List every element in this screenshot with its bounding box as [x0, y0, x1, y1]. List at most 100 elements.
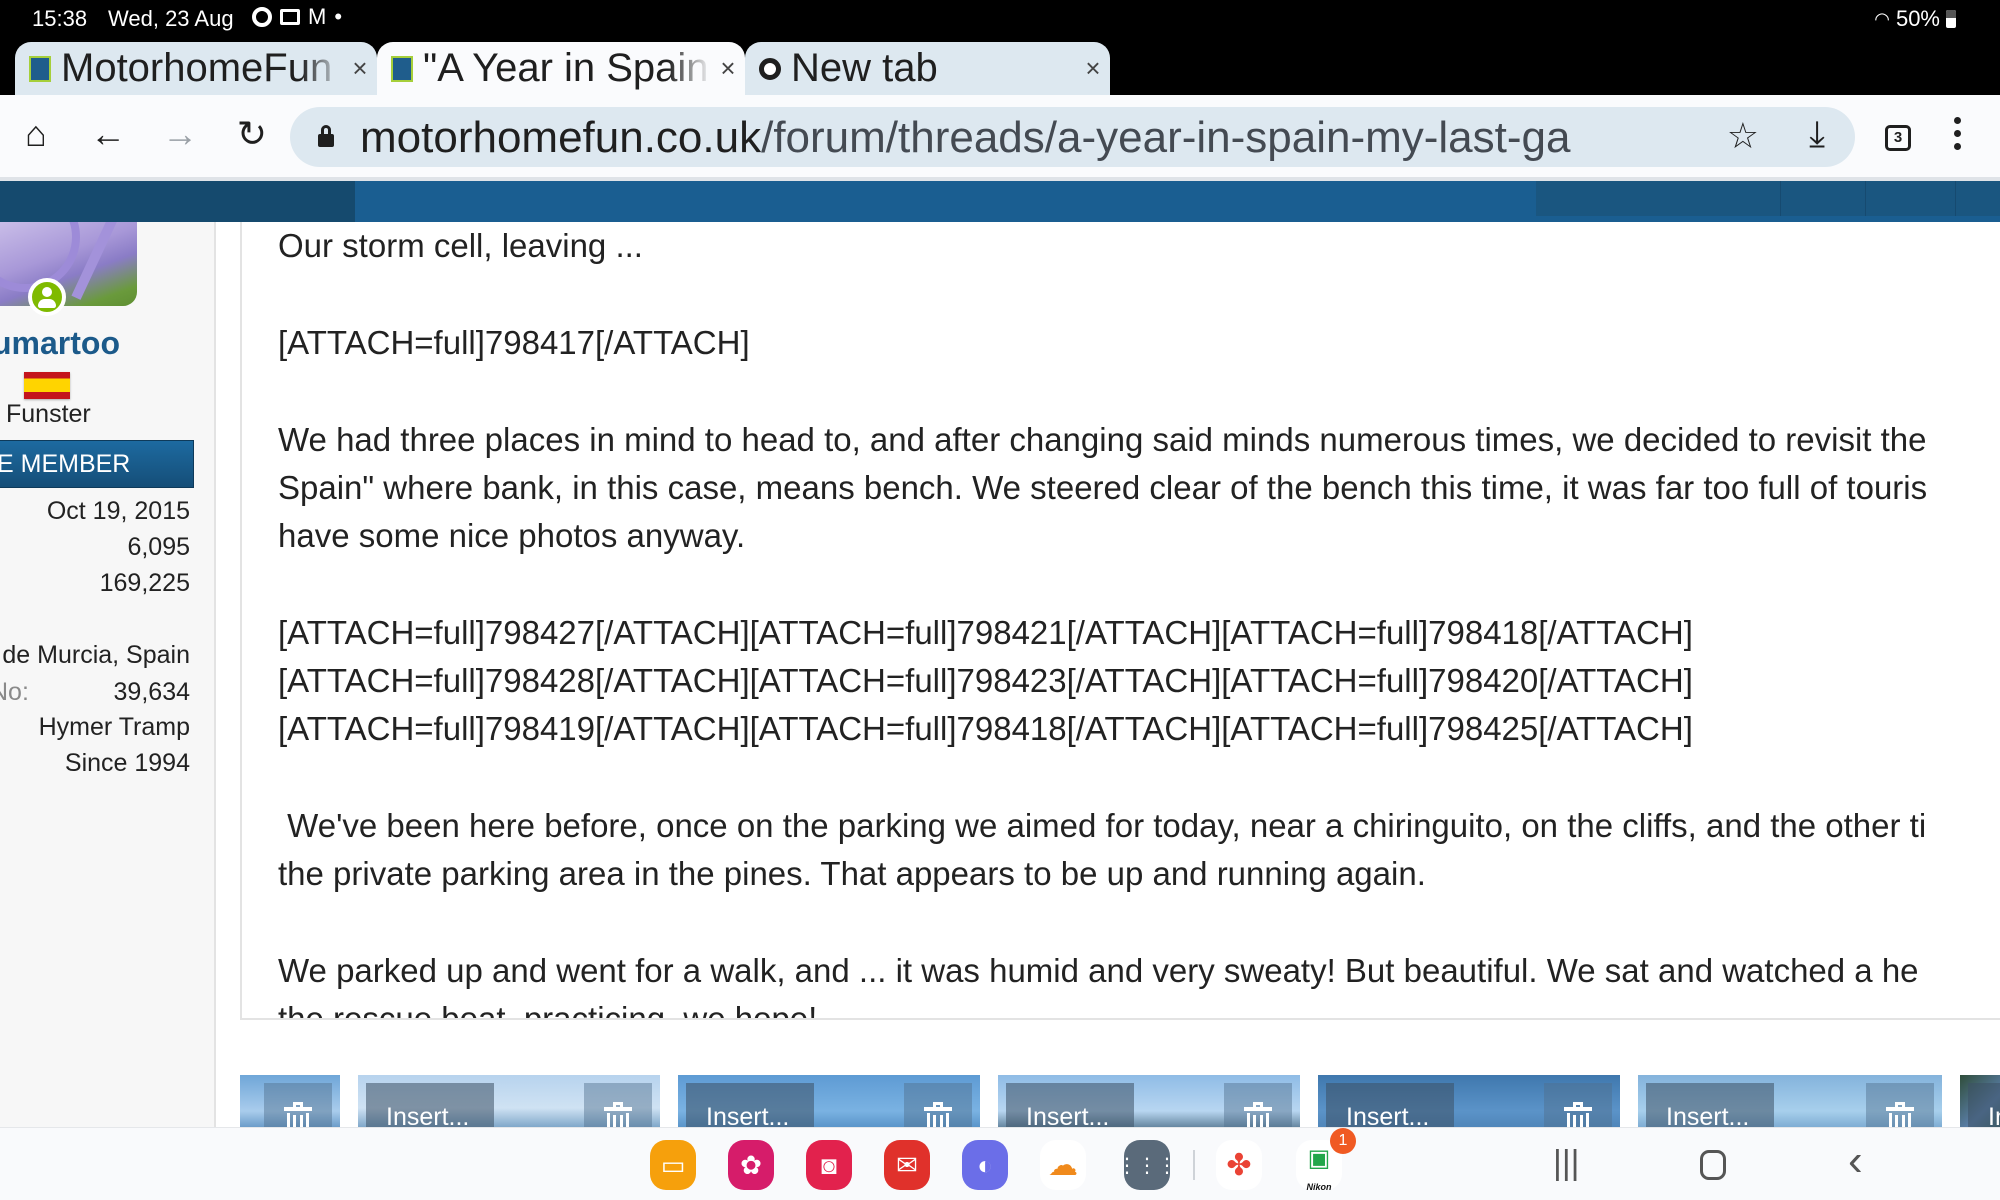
post-editor-textarea[interactable]: Our storm cell, leaving ... [ATTACH=full… [240, 222, 2000, 1020]
planet-icon: ◐ [977, 1149, 993, 1180]
back-button[interactable]: ‹ [1848, 1136, 1863, 1186]
reload-icon[interactable]: ↻ [230, 113, 274, 155]
bookmark-star-icon[interactable]: ☆ [1727, 115, 1759, 157]
attachment-thumb[interactable]: Insert... [1638, 1075, 1942, 1127]
reaction-score: 169,225 [99, 569, 190, 597]
forward-icon[interactable]: → [158, 113, 202, 155]
editor-line: Our storm cell, leaving ... [278, 227, 643, 264]
insert-attachment-button[interactable]: Insert... [1968, 1083, 2000, 1127]
url-path: /forum/threads/a-year-in-spain-my-last-g… [761, 113, 1571, 162]
cloud-icon: ☁ [1048, 1148, 1078, 1182]
my-files-app-icon[interactable]: ▭ [650, 1140, 696, 1190]
transfer-icon [280, 9, 300, 25]
editor-line: [ATTACH=full]798427[/ATTACH][ATTACH=full… [278, 614, 1693, 651]
address-bar[interactable]: motorhomefun.co.uk/forum/threads/a-year-… [290, 107, 1855, 167]
envelope-icon: ✉ [896, 1149, 918, 1180]
editor-line: have some nice photos anyway. [278, 517, 746, 554]
tab-new-tab[interactable]: New tab × [745, 42, 1110, 95]
insert-attachment-button[interactable]: Insert... [1326, 1083, 1454, 1127]
chrome-icon [759, 57, 781, 80]
editor-line: Spain" where bank, in this case, means b… [278, 469, 1928, 506]
motorhomefun-favicon [29, 55, 51, 82]
home-icon[interactable]: ⌂ [14, 113, 58, 155]
dot-icon: • [334, 4, 343, 29]
close-tab-icon[interactable]: × [1076, 53, 1110, 84]
trash-icon[interactable] [1544, 1083, 1612, 1127]
header-divider [1865, 181, 1866, 216]
insert-attachment-button[interactable]: Insert... [686, 1083, 814, 1127]
home-button[interactable] [1700, 1150, 1726, 1180]
internet-app-icon[interactable]: ◐ [962, 1140, 1008, 1190]
recents-button[interactable]: ||| [1553, 1144, 1580, 1183]
user-avatar[interactable] [0, 222, 137, 306]
editor-line: [ATTACH=full]798417[/ATTACH] [278, 324, 750, 361]
trash-icon[interactable] [584, 1083, 652, 1127]
cloud-app-icon[interactable]: ☁ [1040, 1140, 1086, 1190]
trash-icon[interactable] [904, 1083, 972, 1127]
tab-switcher-button[interactable]: 3 [1885, 125, 1911, 151]
chrome-icon [252, 7, 272, 27]
nikon-label: Nikon [1306, 1182, 1332, 1192]
status-bar: 15:38 Wed, 23 Aug M • ◠ 50% [0, 0, 2000, 42]
tab-motorhomefun[interactable]: MotorhomeFun × [15, 42, 377, 95]
header-divider [1955, 181, 1956, 216]
attachment-thumb[interactable]: Insert... [678, 1075, 980, 1127]
insert-attachment-button[interactable]: Insert... [1006, 1083, 1134, 1127]
app-drawer-icon[interactable]: ⋮⋮⋮ [1117, 1140, 1177, 1190]
editor-line: We parked up and went for a walk, and ..… [278, 952, 1919, 989]
battery-percent: 50% [1895, 6, 1940, 31]
member-number: 39,634 [113, 678, 190, 706]
nikon-app-icon[interactable]: ▣ Nikon 1 [1296, 1128, 1356, 1192]
location: de Murcia, Spain [2, 641, 190, 669]
camera-app-icon[interactable]: ◙ [806, 1140, 852, 1190]
attachment-thumb[interactable]: Insert... [998, 1075, 1300, 1127]
status-time: 15:38 [32, 6, 88, 31]
tab-title: "A Year in Spain [423, 46, 709, 90]
google-photos-app-icon[interactable]: ✤ [1216, 1140, 1262, 1190]
tab-title: New tab [791, 46, 938, 90]
trash-icon[interactable] [1866, 1083, 1934, 1127]
insert-attachment-button[interactable]: Insert... [366, 1083, 494, 1127]
trash-icon[interactable] [1224, 1083, 1292, 1127]
gallery-app-icon[interactable]: ✿ [728, 1140, 774, 1190]
member-banner: E MEMBER [0, 440, 194, 488]
joined-date: Oct 19, 2015 [46, 497, 190, 525]
lock-icon [318, 125, 334, 147]
attachment-thumb[interactable]: Insert... [1318, 1075, 1620, 1127]
wifi-icon: ◠ [1874, 8, 1890, 29]
editor-line: We had three places in mind to head to, … [278, 421, 1927, 458]
camera-icon: ◙ [821, 1149, 837, 1180]
spain-flag-icon [24, 372, 70, 399]
gmail-icon: M [308, 4, 327, 29]
insert-attachment-button[interactable]: Insert... [1646, 1083, 1774, 1127]
username-link[interactable]: umartoo [0, 325, 120, 362]
user-title: Funster [6, 400, 91, 428]
notification-icons: M • [252, 4, 342, 30]
status-date: Wed, 23 Aug [108, 6, 234, 31]
url-text[interactable]: motorhomefun.co.uk/forum/threads/a-year-… [360, 113, 1690, 163]
folder-icon: ▭ [660, 1149, 686, 1180]
attachment-thumb[interactable]: Insert... [1960, 1075, 2000, 1127]
header-left-section [0, 181, 355, 222]
message-count: 6,095 [127, 533, 190, 561]
attachment-thumb[interactable]: Insert... [358, 1075, 660, 1127]
close-tab-icon[interactable]: × [711, 53, 745, 84]
download-icon[interactable]: ⤓ [1809, 113, 1825, 156]
since-year: Since 1994 [64, 749, 190, 777]
close-tab-icon[interactable]: × [343, 53, 377, 84]
editor-line: We've been here before, once on the park… [278, 807, 1927, 844]
status-right: ◠ 50% [1874, 6, 1956, 32]
header-user-panel[interactable] [1536, 181, 2000, 216]
back-icon[interactable]: ← [86, 113, 130, 155]
grid-dots-icon: ⋮⋮⋮ [1117, 1154, 1177, 1177]
url-domain: motorhomefun.co.uk [360, 113, 762, 162]
trash-icon[interactable] [264, 1083, 332, 1127]
email-app-icon[interactable]: ✉ [884, 1140, 930, 1190]
more-menu-icon[interactable] [1950, 117, 1964, 156]
online-status-icon [28, 278, 66, 316]
member-no-label: No: [0, 678, 29, 706]
tab-strip: MotorhomeFun × "A Year in Spain × New ta… [0, 42, 2000, 134]
attachment-thumb[interactable] [240, 1075, 340, 1127]
tab-a-year-in-spain[interactable]: "A Year in Spain × [377, 42, 745, 95]
editor-line: the private parking area in the pines. T… [278, 855, 1426, 892]
